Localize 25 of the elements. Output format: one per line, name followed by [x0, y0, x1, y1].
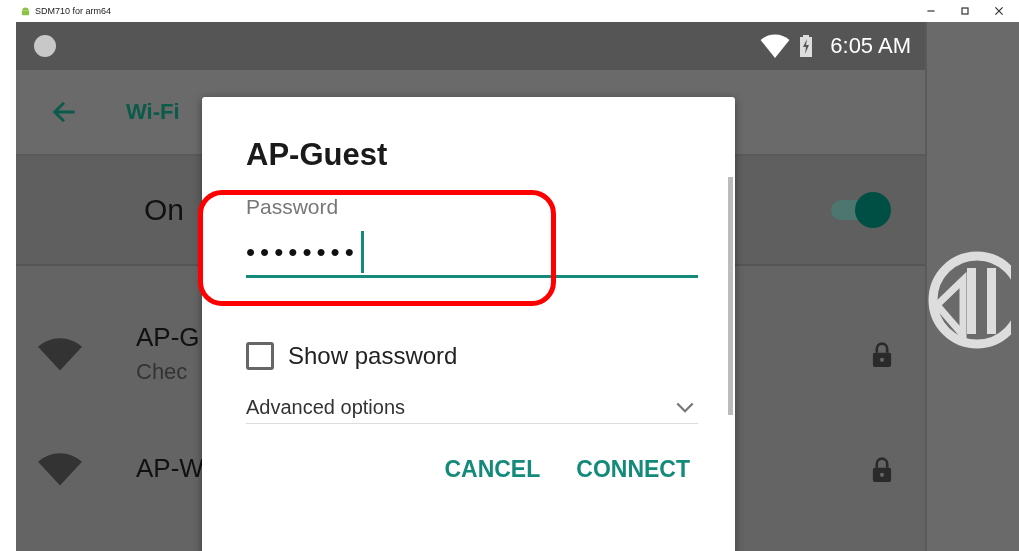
- advanced-options-label[interactable]: Advanced options: [246, 396, 405, 419]
- password-field[interactable]: ••••••••: [246, 229, 698, 278]
- maximize-icon[interactable]: [959, 5, 971, 17]
- connect-button[interactable]: CONNECT: [568, 450, 698, 489]
- network-name[interactable]: AP-W: [136, 453, 204, 484]
- page-title: Wi-Fi: [126, 99, 180, 125]
- clock-time: 6:05 AM: [830, 33, 911, 59]
- wifi-toggle[interactable]: [831, 192, 891, 228]
- close-icon[interactable]: [993, 5, 1005, 17]
- wifi-signal-icon: [38, 451, 82, 486]
- dialog-title: AP-Guest: [246, 137, 388, 173]
- wifi-state-label: On: [144, 193, 185, 227]
- android-icon: [20, 5, 31, 17]
- show-password-checkbox[interactable]: [246, 342, 274, 370]
- password-label: Password: [246, 195, 339, 219]
- chevron-down-icon[interactable]: [676, 401, 694, 414]
- cancel-button[interactable]: CANCEL: [436, 450, 549, 489]
- show-password-label: Show password: [288, 342, 458, 370]
- wifi-signal-icon: [38, 336, 82, 371]
- network-name[interactable]: AP-G: [136, 322, 200, 353]
- circle-icon: [34, 35, 56, 57]
- wifi-icon: [760, 34, 791, 58]
- round-control-icon[interactable]: [927, 250, 1011, 350]
- battery-charging-icon: [800, 34, 813, 58]
- window-title: SDM710 for arm64: [35, 6, 112, 16]
